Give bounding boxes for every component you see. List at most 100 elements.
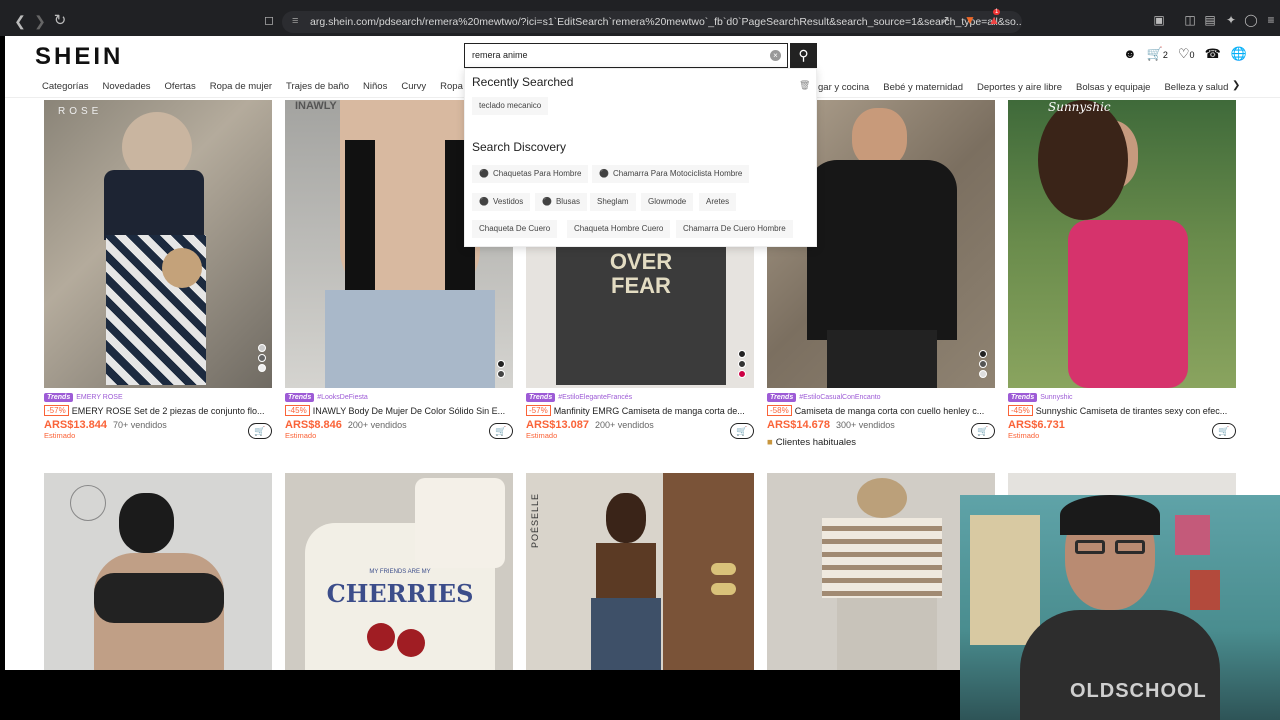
category-item[interactable]: Deportes y aire libre <box>977 82 1062 93</box>
discovery-chip[interactable]: ⚫ Vestidos <box>472 193 531 211</box>
add-to-cart-icon[interactable]: 🛒 <box>489 423 513 439</box>
discovery-chip[interactable]: Chaqueta De Cuero <box>472 220 558 238</box>
add-to-cart-icon[interactable]: 🛒 <box>1212 423 1236 439</box>
support-icon[interactable]: ☎ <box>1205 46 1221 62</box>
discovery-chip[interactable]: Chaqueta Hombre Cuero <box>567 220 671 238</box>
discovery-chip[interactable]: ⚫ Chaquetas Para Hombre <box>472 165 589 183</box>
discount-badge: -57% <box>44 405 69 416</box>
discovery-chip[interactable]: Chamarra De Cuero Hombre <box>676 220 793 238</box>
category-item[interactable]: Belleza y salud <box>1164 82 1228 93</box>
product-title[interactable]: EMERY ROSE Set de 2 piezas de conjunto f… <box>72 406 265 416</box>
color-swatch[interactable] <box>738 360 746 368</box>
vpn-icon[interactable]: ◯ <box>1244 13 1258 27</box>
discovery-chip-label: Blusas <box>555 197 580 206</box>
category-item[interactable]: Novedades <box>102 81 150 92</box>
category-item[interactable]: Ropa de mujer <box>210 81 272 92</box>
clear-search-icon[interactable]: × <box>770 50 781 61</box>
trend-badge: Trends <box>44 393 74 402</box>
tshirt-print: OVER FEAR <box>609 249 673 298</box>
product-image[interactable]: ROSE <box>44 100 272 388</box>
forward-arrow-icon[interactable]: ❯ <box>30 13 50 30</box>
category-item[interactable]: Niños <box>363 81 387 92</box>
discovery-chip[interactable]: ⚫ Chamarra Para Motociclista Hombre <box>592 165 750 183</box>
discount-badge: -45% <box>285 405 310 416</box>
color-swatch[interactable] <box>258 354 266 362</box>
category-item[interactable]: Bebé y maternidad <box>883 82 963 93</box>
cart-icon[interactable]: 🛒2 <box>1147 46 1168 62</box>
color-swatch[interactable] <box>979 350 987 358</box>
category-item[interactable]: Categorías <box>42 81 88 92</box>
category-item[interactable]: Bolsas y equipaje <box>1076 82 1150 93</box>
brave-shield-icon[interactable]: ▼ <box>963 13 977 27</box>
add-to-cart-icon[interactable]: 🛒 <box>730 423 754 439</box>
sidebar-icon[interactable]: ◫ <box>1183 13 1197 27</box>
trash-icon[interactable]: 🗑 <box>799 80 810 91</box>
product-image[interactable]: POÉSELLE <box>526 473 754 670</box>
trend-store[interactable]: EMERY ROSE <box>76 394 122 401</box>
product-title[interactable]: Sunnyshic Camiseta de tirantes sexy con … <box>1036 406 1228 416</box>
product-card[interactable]: Sunnyshic Trends Sunnyshic -45% Sunnyshic … <box>1008 100 1236 440</box>
product-price: ARS$6.731 <box>1008 419 1065 431</box>
product-image[interactable]: MY FRIENDS ARE MY CHERRIES <box>285 473 513 670</box>
category-item[interactable]: Ofertas <box>165 81 196 92</box>
trend-row: Trends EMERY ROSE <box>44 393 272 402</box>
discovery-chip[interactable]: Glowmode <box>641 193 694 211</box>
color-swatch[interactable] <box>258 364 266 372</box>
menu-icon[interactable]: ≡ <box>1264 13 1278 27</box>
rewards-icon[interactable]: ▲ <box>987 13 1001 27</box>
product-image[interactable]: Sunnyshic <box>1008 100 1236 388</box>
discovery-chip[interactable]: Aretes <box>699 193 737 211</box>
trend-store[interactable]: #EstiloEleganteFrancés <box>558 394 632 401</box>
screenshot-icon[interactable]: ▣ <box>1152 13 1166 27</box>
category-item[interactable]: Trajes de baño <box>286 81 349 92</box>
category-next-icon[interactable]: ❯ <box>1232 80 1240 91</box>
user-icon[interactable]: ☻ <box>1123 46 1137 62</box>
product-title[interactable]: INAWLY Body De Mujer De Color Sólido Sin… <box>313 406 505 416</box>
trend-store[interactable]: #EstiloCasualConEncanto <box>799 394 880 401</box>
discovery-chip-label: Chaquetas Para Hombre <box>492 169 582 178</box>
category-item[interactable]: Curvy <box>401 81 426 92</box>
wishlist-count: 0 <box>1189 50 1195 60</box>
product-card[interactable] <box>44 473 272 670</box>
product-title[interactable]: Manfinity EMRG Camiseta de manga corta d… <box>554 406 745 416</box>
product-card[interactable]: ROSE Trends EMERY ROSE -57% EMERY ROSE Set… <box>44 100 272 440</box>
leo-icon[interactable]: ✦ <box>1224 13 1238 27</box>
language-icon[interactable]: 🌐 <box>1231 46 1247 62</box>
back-arrow-icon[interactable]: ❮ <box>10 13 30 30</box>
brand-watermark: INAWLY <box>295 100 337 112</box>
discovery-chip[interactable]: Sheglam <box>590 193 636 211</box>
bookmark-icon[interactable]: ◻ <box>262 13 276 27</box>
color-swatch[interactable] <box>738 370 746 378</box>
trend-badge: Trends <box>1008 393 1038 402</box>
recent-search-chip[interactable]: teclado mecanico <box>472 97 549 115</box>
search-input[interactable]: remera anime × <box>464 43 788 68</box>
color-swatch[interactable] <box>738 350 746 358</box>
color-swatch[interactable] <box>979 370 987 378</box>
color-swatch[interactable] <box>258 344 266 352</box>
search-button[interactable]: ⚲ <box>790 43 817 68</box>
shirt-print: OLDSCHOOL <box>1070 680 1207 702</box>
discovery-chip[interactable]: ⚫ Blusas <box>535 193 587 211</box>
share-icon[interactable]: ↗ <box>938 13 952 27</box>
site-settings-icon[interactable]: ≡ <box>292 15 298 27</box>
wishlist-icon[interactable]: ♡0 <box>1178 46 1195 62</box>
fire-icon: ⚫ <box>542 197 552 206</box>
color-swatch[interactable] <box>979 360 987 368</box>
product-image[interactable] <box>44 473 272 670</box>
product-card[interactable]: POÉSELLE <box>526 473 754 670</box>
product-title[interactable]: Camiseta de manga corta con cuello henle… <box>795 406 985 416</box>
search-icon: ⚲ <box>798 47 809 63</box>
trend-store[interactable]: Sunnyshic <box>1040 394 1072 401</box>
color-swatch[interactable] <box>497 370 505 378</box>
reload-icon[interactable]: ↻ <box>50 11 70 29</box>
wallet-icon[interactable]: ▤ <box>1203 13 1217 27</box>
color-swatch[interactable] <box>497 360 505 368</box>
trend-store[interactable]: #LooksDeFiesta <box>317 394 368 401</box>
product-price: ARS$13.844 <box>44 419 107 431</box>
add-to-cart-icon[interactable]: 🛒 <box>248 423 272 439</box>
address-bar[interactable]: ≡ arg.shein.com/pdsearch/remera%20mewtwo… <box>282 11 1022 33</box>
add-to-cart-icon[interactable]: 🛒 <box>971 423 995 439</box>
product-card[interactable]: MY FRIENDS ARE MY CHERRIES <box>285 473 513 670</box>
shein-logo[interactable]: SHEIN <box>35 43 123 71</box>
category-item[interactable]: gar y cocina <box>818 82 869 93</box>
